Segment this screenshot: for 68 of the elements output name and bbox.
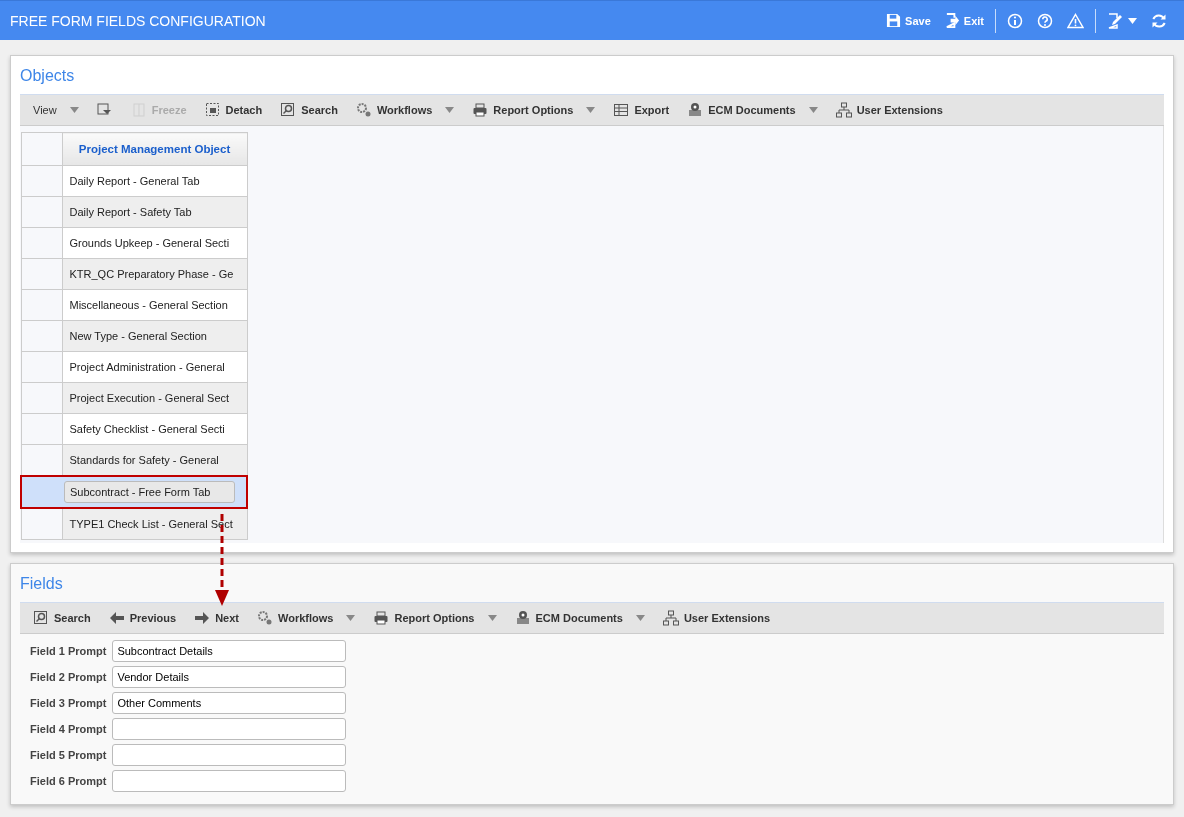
caret-icon — [808, 107, 818, 113]
toolbar-button[interactable]: Workflows — [346, 96, 464, 124]
field-label: Field 4 Prompt — [30, 723, 107, 735]
field-label: Field 5 Prompt — [30, 749, 107, 761]
toolbar-button[interactable]: User Extensions — [653, 604, 780, 632]
toolbar-button[interactable]: Report Options — [364, 604, 506, 632]
toolbar-button[interactable]: Search — [271, 96, 347, 124]
table-cell: Safety Checklist - General Secti — [69, 423, 225, 435]
toolbar-button[interactable]: ECM Documents — [505, 604, 654, 632]
filter-icon — [96, 102, 113, 118]
field-label: Field 2 Prompt — [30, 671, 107, 683]
input-field[interactable]: Subcontract Details — [112, 640, 347, 662]
warning-icon — [1067, 12, 1084, 29]
toolbar-button[interactable]: User Extensions — [826, 96, 952, 124]
hierarchy-icon — [835, 102, 852, 118]
refresh-icon — [1151, 12, 1167, 29]
window-title: FREE FORM FIELDS CONFIGURATION — [10, 12, 267, 29]
table-cell: Daily Report - General Tab — [69, 175, 200, 187]
table-cell: Miscellaneous - General Section — [69, 299, 228, 311]
panel-title: Fields — [20, 574, 63, 594]
right-arrow-icon — [194, 610, 211, 626]
column-header[interactable]: Project Management Object — [62, 132, 247, 166]
spreadsheet-icon — [613, 102, 630, 118]
toolbar-button[interactable]: Report Options — [463, 96, 605, 124]
toolbar-button[interactable]: ECM Documents — [678, 96, 827, 124]
help-icon — [1037, 12, 1053, 29]
printer-icon — [373, 610, 390, 626]
caret-icon — [69, 107, 79, 113]
caret-icon — [635, 615, 645, 621]
table-cell: Subcontract - Free Form Tab — [64, 481, 236, 503]
toolbar-button[interactable]: Previous — [99, 604, 186, 632]
field-label: Field 1 Prompt — [30, 645, 107, 657]
search-icon — [33, 610, 49, 626]
hierarchy-icon — [662, 610, 679, 626]
table-cell: Project Execution - General Sect — [69, 392, 230, 404]
printer-icon — [472, 102, 489, 118]
toolbar-button[interactable]: Export — [604, 96, 679, 124]
toolbar-button[interactable]: Search — [24, 604, 100, 632]
table-cell: Project Administration - General — [69, 361, 225, 373]
input-field[interactable]: Vendor Details — [112, 666, 347, 688]
caret-icon — [445, 107, 455, 113]
input-field[interactable] — [112, 744, 347, 766]
table-cell: New Type - General Section — [69, 330, 207, 342]
caret-icon — [346, 615, 356, 621]
caret-icon — [487, 615, 497, 621]
panel-title: Objects — [20, 66, 75, 86]
toolbar-button[interactable]: View — [24, 96, 88, 124]
detach-icon — [204, 102, 221, 118]
search-icon — [280, 102, 297, 118]
left-arrow-icon — [108, 610, 125, 626]
field-label: Field 3 Prompt — [30, 697, 107, 709]
table-cell: Grounds Upkeep - General Secti — [69, 237, 230, 249]
input-field[interactable] — [112, 770, 347, 792]
toolbar-button[interactable]: Detach — [195, 96, 272, 124]
toolbar-button[interactable]: Workflows — [248, 604, 365, 632]
toolbar-button[interactable]: Next — [185, 604, 248, 632]
info-icon — [1007, 12, 1023, 29]
table-cell: Daily Report - Safety Tab — [69, 206, 192, 218]
table-cell: TYPE1 Check List - General Sect — [69, 518, 233, 530]
field-label: Field 6 Prompt — [30, 775, 107, 787]
caret-icon — [586, 107, 596, 113]
caret-icon — [1128, 17, 1137, 24]
input-field[interactable] — [112, 718, 347, 740]
table-cell: KTR_QC Preparatory Phase - Ge — [69, 268, 234, 280]
table-cell: Standards for Safety - General — [69, 454, 219, 466]
input-field[interactable]: Other Comments — [112, 692, 347, 714]
exit-icon — [944, 13, 960, 28]
edit-icon — [1107, 12, 1124, 29]
